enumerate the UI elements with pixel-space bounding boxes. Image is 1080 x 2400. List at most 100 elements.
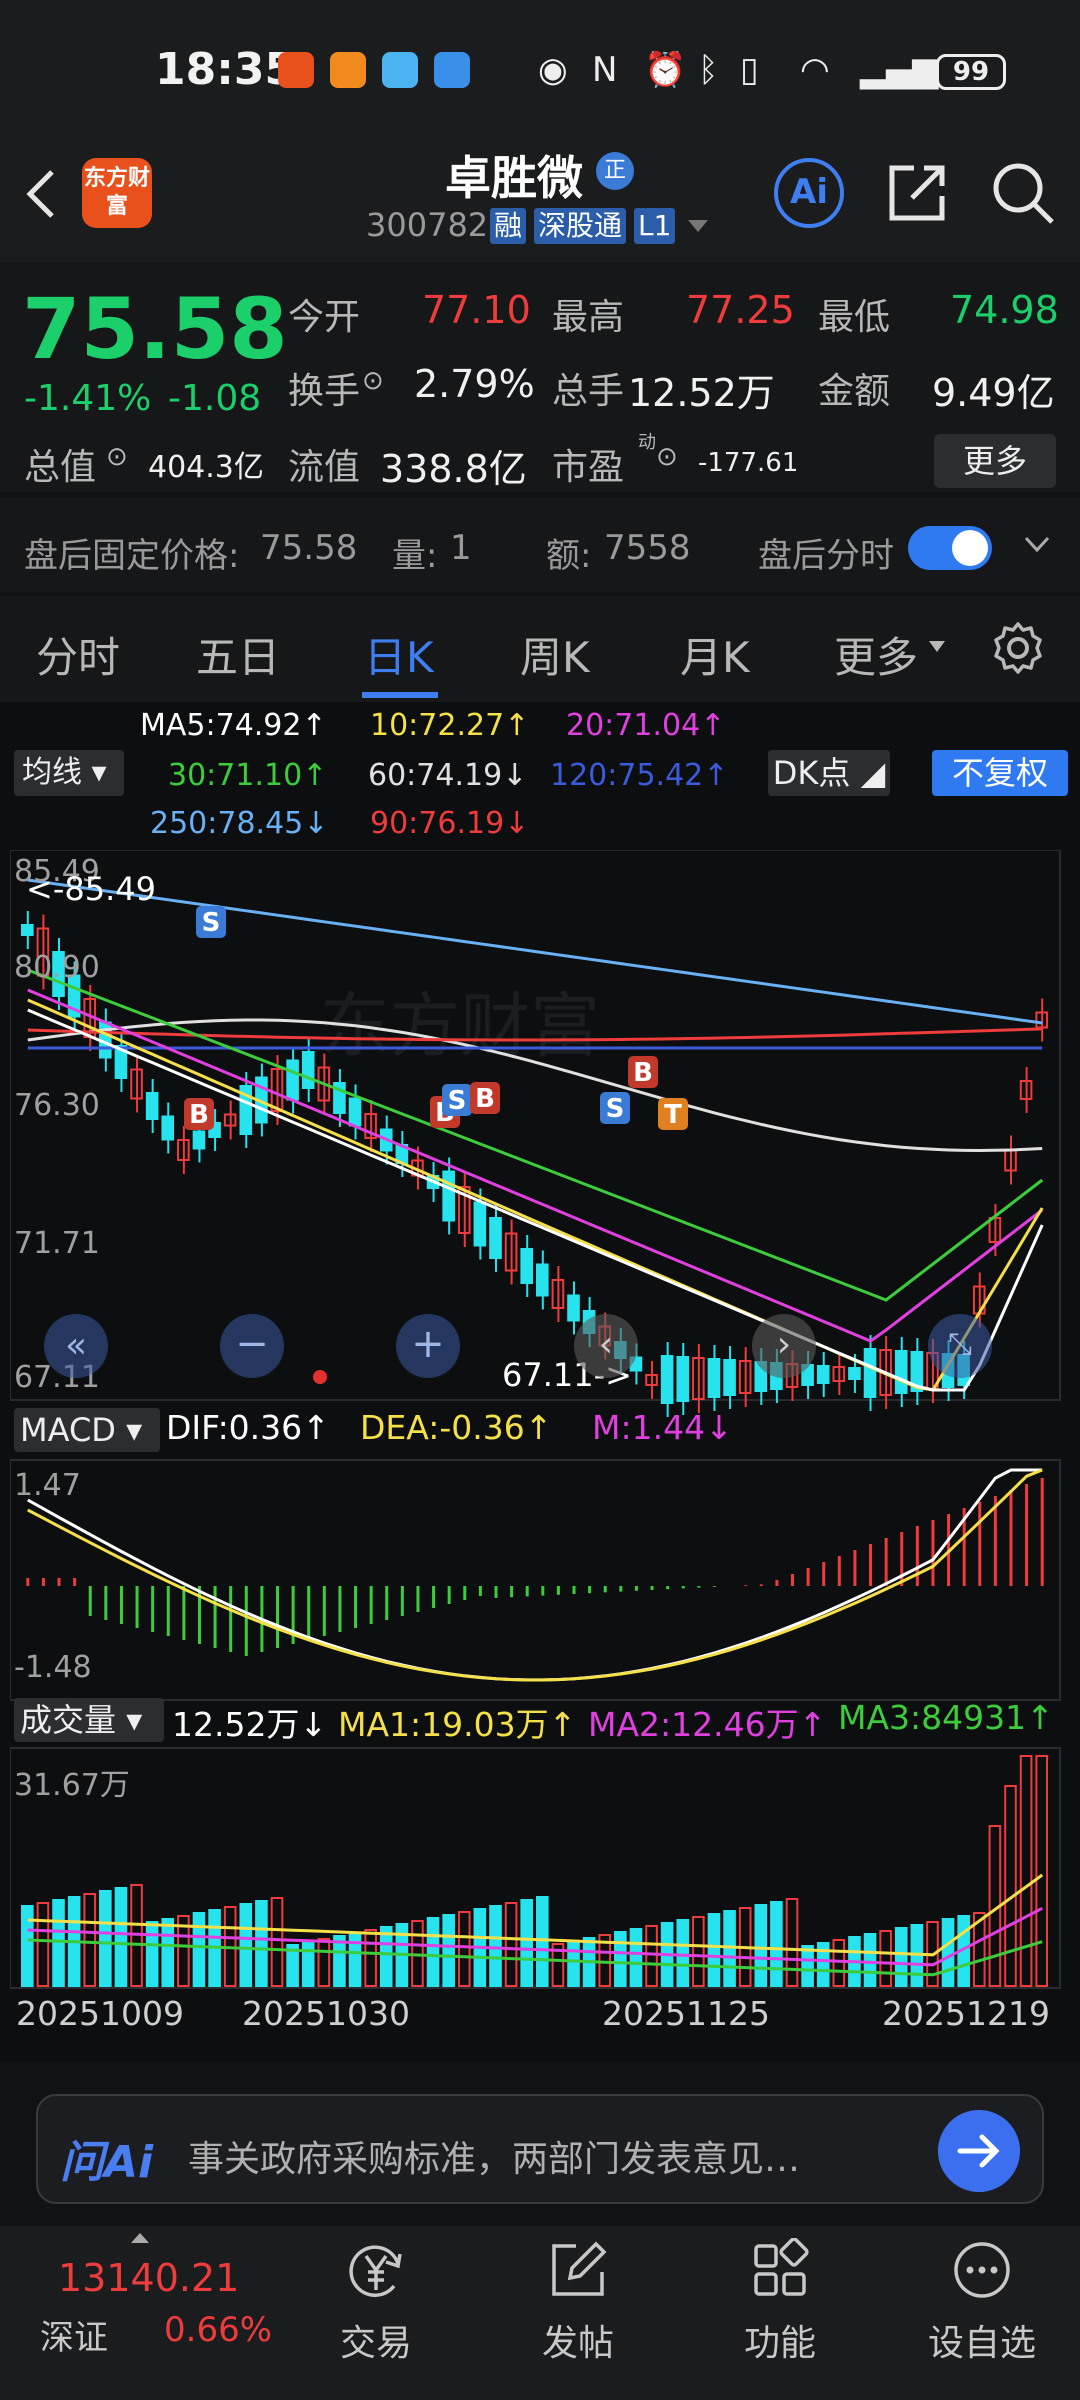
volume-bar	[1004, 1785, 1017, 1987]
volume-bar	[317, 1938, 331, 1987]
chevron-down-icon[interactable]	[1022, 528, 1052, 558]
search-icon[interactable]	[990, 160, 1056, 226]
macd-m: M:1.44↓	[592, 1408, 733, 1447]
zoom-in-button[interactable]: +	[396, 1314, 460, 1378]
turnover-label: 换手	[288, 371, 361, 412]
volume-bar	[785, 1898, 799, 1987]
macd-selector[interactable]: MACD ▾	[14, 1408, 160, 1452]
scroll-left-button[interactable]: «	[44, 1314, 108, 1378]
volume-bar	[145, 1921, 159, 1987]
index-value[interactable]: 13140.21	[58, 2256, 239, 2300]
ask-ai-logo: 问Ai	[60, 2137, 154, 2188]
gear-icon[interactable]	[990, 620, 1046, 676]
volume-bar	[863, 1933, 877, 1987]
mktcap-label: 总值	[24, 447, 97, 488]
candle-body	[660, 1355, 674, 1404]
status-bar: 18:35 ◉ N ⏰ ᛒ ▯ ◠ ▂▄▆ 99	[0, 0, 1080, 140]
date-label: 20251125	[602, 1994, 770, 2033]
dk-point-button[interactable]: DK点 ◢	[768, 750, 890, 796]
low-value: 74.98	[950, 288, 1059, 332]
candle-body	[348, 1097, 362, 1127]
eastmoney-logo[interactable]: 东方财富	[82, 158, 152, 228]
share-icon[interactable]	[884, 160, 950, 226]
tab-five-day[interactable]: 五日	[196, 624, 280, 685]
zheng-badge: 正	[596, 152, 634, 190]
vibrate-icon: ▯	[740, 50, 759, 90]
candle-body	[286, 1059, 299, 1101]
volume-bar	[114, 1887, 128, 1987]
ask-ai-bar[interactable]: 问Ai 事关政府采购标准，两部门发表意见…	[36, 2094, 1044, 2204]
index-percent[interactable]: 0.66%	[164, 2310, 272, 2350]
ma90-value: 90:76.19↓	[370, 806, 530, 841]
after-amt-label: 额:	[546, 536, 592, 576]
volume-bar	[941, 1918, 955, 1987]
volume-bar	[770, 1901, 783, 1987]
bluetooth-icon: ᛒ	[698, 50, 719, 90]
candle-body	[848, 1367, 861, 1380]
chevron-down-icon	[929, 641, 945, 652]
no-adjust-button[interactable]: 不复权	[932, 750, 1068, 796]
after-hours-bar: 盘后固定价格: 75.58 量: 1 额: 7558 盘后分时	[0, 498, 1080, 592]
change-percent: -1.41%	[24, 378, 152, 419]
volume-bar	[301, 1941, 315, 1987]
volume-bar	[520, 1899, 534, 1987]
indicator-dot	[313, 1370, 327, 1384]
more-button[interactable]: 更多	[934, 434, 1056, 488]
alarm-icon: ⏰	[644, 50, 687, 90]
after-price: 75.58	[260, 528, 358, 568]
nav-functions[interactable]: 功能	[710, 2237, 850, 2366]
ask-ai-prompt[interactable]: 事关政府采购标准，两部门发表意见…	[188, 2130, 898, 2182]
candle-body	[567, 1294, 580, 1322]
ma-selector[interactable]: 均线 ▾	[14, 750, 124, 796]
volume-bar	[426, 1917, 440, 1987]
volume-bar	[489, 1905, 502, 1987]
volume-bar	[707, 1913, 721, 1987]
chevron-up-icon[interactable]	[130, 2232, 150, 2244]
volume-bar	[379, 1926, 393, 1987]
index-name[interactable]: 深证	[40, 2310, 108, 2359]
volume-selector[interactable]: 成交量 ▾	[14, 1698, 164, 1742]
fullscreen-button[interactable]: ⤡	[928, 1314, 992, 1378]
back-arrow-icon[interactable]	[22, 164, 62, 224]
volume-bar	[1035, 1755, 1048, 1987]
tab-more[interactable]: 更多	[834, 624, 918, 685]
signal-marker-label: B	[189, 1100, 209, 1130]
volume-bar	[161, 1918, 175, 1987]
volume-bar	[894, 1927, 908, 1987]
prev-button[interactable]: ‹	[574, 1314, 638, 1378]
nav-watchlist[interactable]: 设自选	[912, 2238, 1052, 2366]
eye-icon: ◉	[538, 50, 568, 90]
tab-weekly-k[interactable]: 周K	[520, 624, 590, 685]
info-icon[interactable]: ⊙	[656, 442, 678, 472]
chevron-down-icon[interactable]	[686, 218, 710, 234]
candle-body	[894, 1350, 908, 1394]
tab-intraday[interactable]: 分时	[36, 624, 120, 685]
volume-bar	[83, 1893, 97, 1987]
volume-bar	[536, 1896, 549, 1987]
status-time: 18:35	[155, 44, 296, 95]
nav-watchlist-label: 设自选	[927, 2323, 1036, 2364]
nav-post[interactable]: 发帖	[508, 2238, 648, 2366]
dk-point-label: DK点	[772, 754, 851, 792]
zoom-out-button[interactable]: −	[220, 1314, 284, 1378]
tab-daily-k[interactable]: 日K	[364, 624, 434, 685]
send-arrow-icon[interactable]	[938, 2110, 1020, 2192]
candle-body	[536, 1263, 549, 1297]
volume-selector-label: 成交量	[20, 1701, 117, 1739]
nav-trade[interactable]: 交易	[306, 2238, 446, 2366]
battery-indicator: 99	[936, 54, 1006, 90]
info-icon[interactable]: ⊙	[106, 442, 128, 472]
tab-monthly-k[interactable]: 月K	[680, 624, 750, 685]
info-icon[interactable]: ⊙	[362, 366, 384, 396]
macd-selector-label: MACD	[20, 1411, 116, 1449]
kline-svg[interactable]: 东方财富SBBSBSBT	[10, 850, 1070, 2050]
wifi-icon: ◠	[800, 50, 830, 90]
ai-button[interactable]: Ai	[774, 158, 844, 228]
volume-bar	[832, 1939, 846, 1987]
ma5-value: MA5:74.92↑	[140, 708, 327, 743]
candle-body	[21, 924, 34, 936]
pe-sup: 动	[638, 432, 656, 453]
next-button[interactable]: ›	[752, 1314, 816, 1378]
high-label: 最高	[552, 297, 625, 338]
after-hours-toggle[interactable]	[908, 526, 992, 570]
